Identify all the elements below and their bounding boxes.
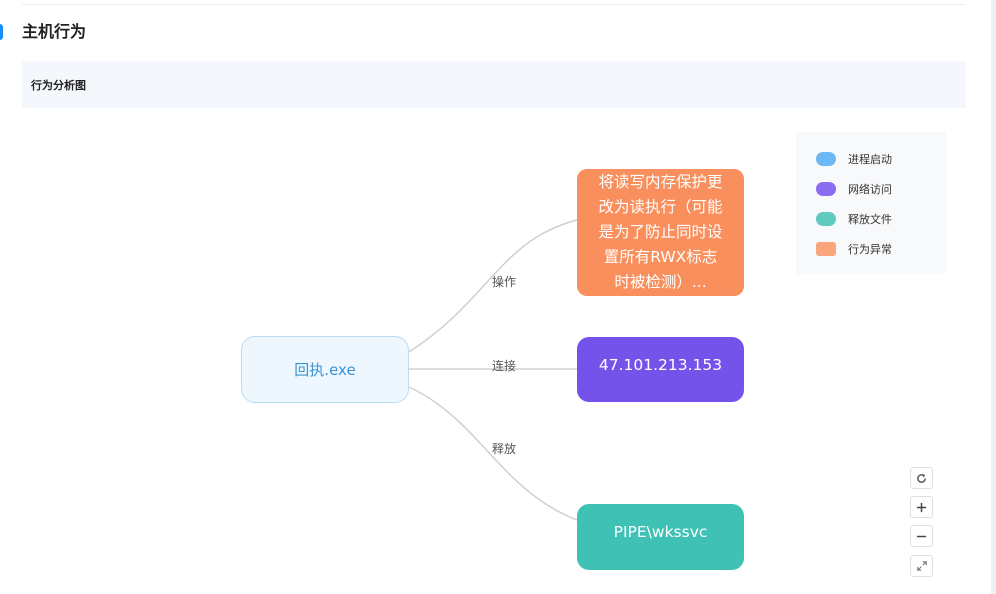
graph-legend: 进程启动 网络访问 释放文件 行为异常 [796,132,946,274]
minus-icon [916,535,927,537]
operation-line-3: 是为了防止同时设 [598,223,723,241]
legend-label: 释放文件 [848,213,892,226]
process-node-label: 回执.exe [294,361,356,379]
legend-item-process[interactable]: 进程启动 [816,151,892,167]
zoom-out-button[interactable] [910,525,933,547]
legend-item-anomaly[interactable]: 行为异常 [816,241,892,257]
edge-label-operation: 操作 [492,275,517,289]
legend-swatch [816,152,836,166]
legend-label: 网络访问 [848,183,892,196]
behavior-graph-edges [408,219,578,521]
operation-node-text: 将读写内存保护更 改为读执行（可能 是为了防止同时设 置所有RWX标志 时被检测… [598,170,722,295]
operation-line-4: 置所有RWX标志 [603,248,718,266]
process-node-root[interactable]: 回执.exe [241,336,409,403]
legend-swatch [816,242,836,256]
edge-label-connect: 连接 [492,359,517,373]
fullscreen-button[interactable] [910,555,933,577]
edge-label-release: 释放 [492,442,517,456]
operation-line-1: 将读写内存保护更 [598,173,723,191]
legend-swatch [816,212,836,226]
network-node[interactable]: 47.101.213.153 [577,337,744,402]
legend-item-network[interactable]: 网络访问 [816,181,892,197]
refresh-icon [917,473,926,483]
file-node-label: PIPE\wkssvc [613,523,708,541]
legend-item-file[interactable]: 释放文件 [816,211,892,227]
plus-icon [916,502,927,512]
legend-swatch [816,182,836,196]
refresh-button[interactable] [910,467,933,489]
operation-line-2: 改为读执行（可能 [598,198,723,216]
legend-label: 行为异常 [848,243,892,256]
legend-label: 进程启动 [848,153,892,166]
expand-icon [916,561,927,571]
behavior-node-operation[interactable]: 将读写内存保护更 改为读执行（可能 是为了防止同时设 置所有RWX标志 时被检测… [577,169,744,296]
operation-line-5: 时被检测）... [614,273,707,291]
zoom-in-button[interactable] [910,496,933,518]
file-node[interactable]: PIPE\wkssvc [577,504,744,570]
network-node-label: 47.101.213.153 [598,355,723,374]
